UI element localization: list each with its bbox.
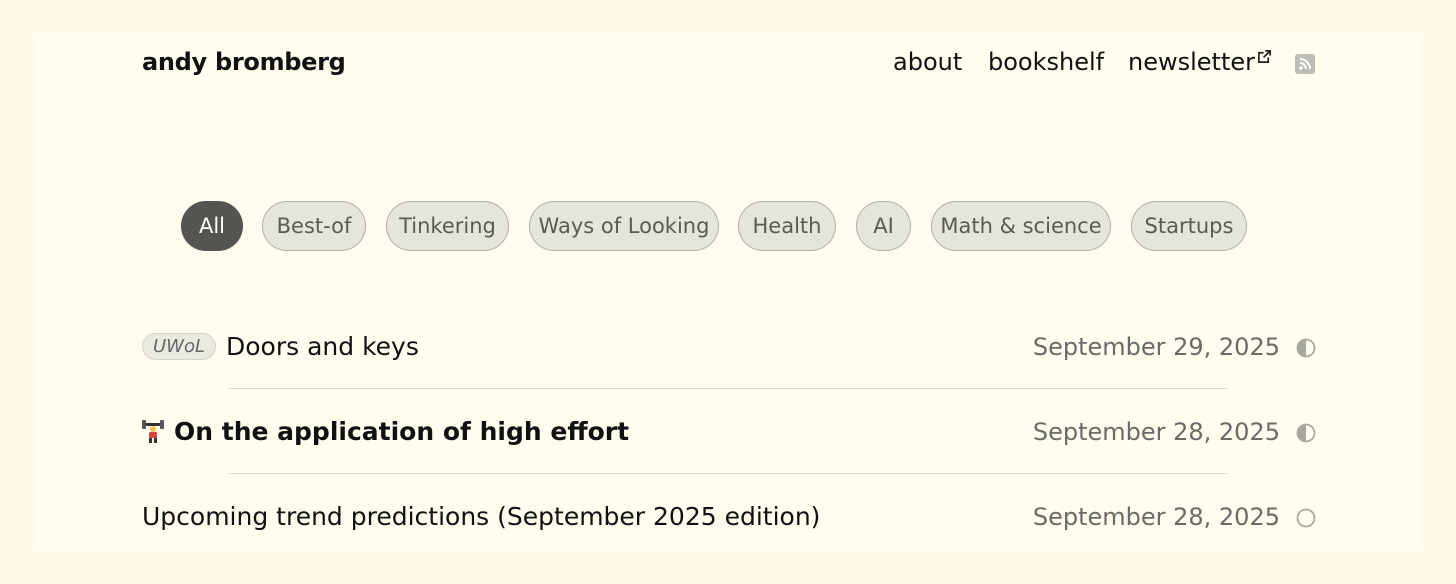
post-title-link[interactable]: UWoL Doors and keys: [142, 332, 419, 361]
post-title[interactable]: Upcoming trend predictions (September 20…: [142, 502, 820, 531]
post-row[interactable]: UWoL Doors and keys September 29, 2025: [142, 326, 1316, 366]
post-date: September 28, 2025: [1032, 503, 1280, 531]
category-filters: All Best-of Tinkering Ways of Looking He…: [0, 201, 1456, 253]
half-circle-icon: [1296, 423, 1316, 443]
filter-all[interactable]: All: [181, 201, 243, 251]
filter-tinkering[interactable]: Tinkering: [386, 201, 509, 251]
post-title[interactable]: Doors and keys: [226, 332, 419, 361]
filter-ai[interactable]: AI: [856, 201, 911, 251]
weightlifter-emoji: [142, 420, 164, 443]
post-date: September 29, 2025: [1032, 333, 1280, 361]
half-circle-icon: [1296, 338, 1316, 358]
post-tag[interactable]: UWoL: [142, 333, 217, 360]
nav-about[interactable]: about: [893, 48, 962, 76]
filter-startups[interactable]: Startups: [1131, 201, 1247, 251]
post-row[interactable]: Upcoming trend predictions (September 20…: [142, 496, 1316, 536]
divider: [229, 388, 1227, 389]
page-frame: [35, 34, 1421, 549]
filter-best-of[interactable]: Best-of: [262, 201, 366, 251]
divider: [229, 473, 1227, 474]
post-date: September 28, 2025: [1032, 418, 1280, 446]
post-row[interactable]: On the application of high effort Septem…: [142, 411, 1316, 451]
post-title[interactable]: On the application of high effort: [174, 417, 629, 446]
nav-bookshelf[interactable]: bookshelf: [988, 48, 1104, 76]
filter-ways-of-looking[interactable]: Ways of Looking: [529, 201, 719, 251]
main-nav: about bookshelf newsletter: [0, 48, 1456, 80]
post-title-link[interactable]: On the application of high effort: [142, 417, 629, 446]
external-link-icon: [1258, 50, 1271, 63]
nav-newsletter-label: newsletter: [1128, 48, 1255, 76]
rss-icon[interactable]: [1295, 54, 1315, 74]
filter-math-science[interactable]: Math & science: [931, 201, 1111, 251]
filter-health[interactable]: Health: [738, 201, 836, 251]
empty-circle-icon: [1296, 508, 1316, 528]
nav-newsletter[interactable]: newsletter: [1128, 48, 1272, 76]
